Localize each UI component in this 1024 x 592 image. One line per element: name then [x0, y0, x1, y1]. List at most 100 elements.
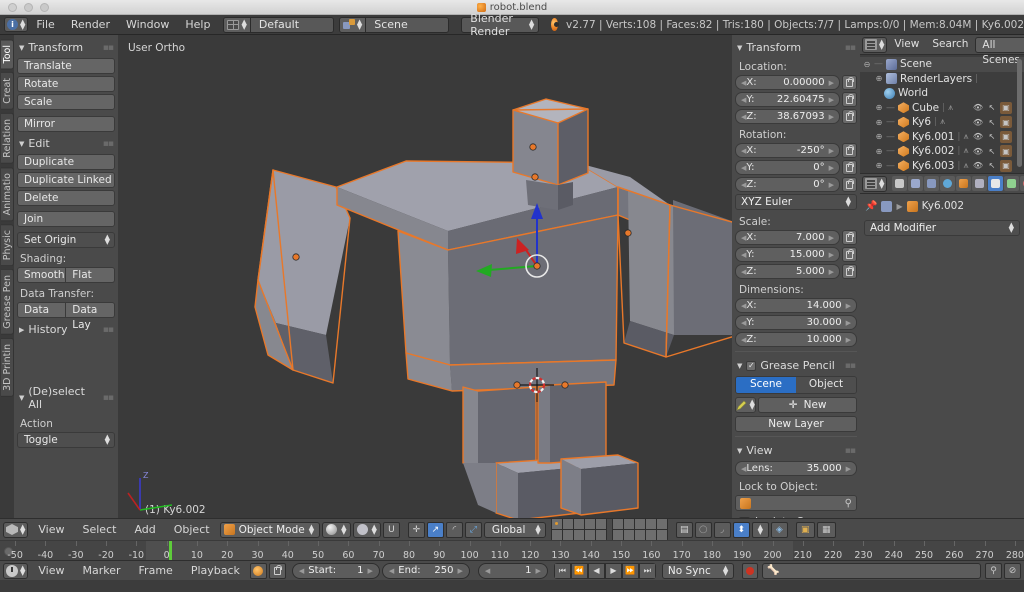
- editor-type-selector[interactable]: i ▲ ▼: [4, 17, 29, 32]
- location-y-field[interactable]: ◀ Y: 22.60475 ▶: [735, 92, 840, 107]
- rotation-z-field[interactable]: ◀ Z: 0° ▶: [735, 177, 840, 192]
- tab-render-layers[interactable]: [908, 176, 924, 191]
- expand-icon[interactable]: ⊕: [875, 161, 883, 170]
- menu-help[interactable]: Help: [177, 15, 218, 35]
- outliner-row-world[interactable]: World: [860, 86, 1024, 101]
- pin-icon[interactable]: 📌: [865, 201, 877, 212]
- layer-cell[interactable]: [562, 519, 573, 529]
- np-transform-header[interactable]: ▼ Transform ▪▪: [735, 38, 857, 58]
- mesh-select-button[interactable]: ⬍: [732, 521, 750, 538]
- eyedropper-icon[interactable]: ⚲: [845, 498, 852, 509]
- add-modifier-dropdown[interactable]: Add Modifier ▲ ▼: [864, 220, 1020, 236]
- tab-modifiers[interactable]: [988, 176, 1004, 191]
- outliner-row-ky6-003[interactable]: ⊕ — Ky6.003 | ⩚ 👁 ↖ ▣: [860, 159, 1024, 174]
- layer-cell[interactable]: [551, 519, 562, 529]
- viewport-menu-select[interactable]: Select: [75, 522, 125, 538]
- deselect-panel-header[interactable]: ▼ (De)select All ▪▪: [17, 382, 115, 415]
- layer-cell[interactable]: [656, 519, 667, 529]
- viewport-editor-type-button[interactable]: ▲ ▼: [3, 521, 29, 538]
- maximize-window-button[interactable]: [40, 2, 49, 12]
- selectability-cursor-icon[interactable]: ↖: [986, 102, 998, 114]
- screen-layout-icon-button[interactable]: ▲ ▼: [224, 17, 251, 32]
- record-button[interactable]: [742, 562, 759, 579]
- screen-layout-selector[interactable]: ▲▼ Default + ✕: [223, 16, 334, 33]
- keying-set-lock-button[interactable]: [268, 562, 286, 579]
- rotate-button[interactable]: Rotate: [17, 76, 115, 92]
- timeline-menu-marker[interactable]: Marker: [75, 563, 129, 579]
- duplicate-linked-button[interactable]: Duplicate Linked: [17, 172, 115, 188]
- rotation-y-field[interactable]: ◀ Y: 0° ▶: [735, 160, 840, 175]
- translate-manipulator-button[interactable]: ✛: [407, 521, 425, 538]
- renderability-camera-icon[interactable]: ▣: [1000, 116, 1012, 129]
- tab-scene[interactable]: [924, 176, 940, 191]
- snap-target-dropdown[interactable]: ▲ ▼: [751, 521, 769, 538]
- auto-keyframe-button[interactable]: [249, 562, 267, 579]
- outliner-row-ky6-001[interactable]: ⊕ — Ky6.001 | ⩚ 👁 ↖ ▣: [860, 130, 1024, 145]
- tab-object-data[interactable]: [1004, 176, 1020, 191]
- layer-cell[interactable]: [595, 519, 606, 529]
- rotation-x-field[interactable]: ◀ X: -250° ▶: [735, 143, 840, 158]
- dimensions-z-field[interactable]: ◀ Z: 10.000 ▶: [735, 332, 857, 347]
- renderability-camera-icon[interactable]: ▣: [1000, 101, 1012, 114]
- layer-cell[interactable]: [573, 519, 584, 529]
- transform-orientation-dropdown[interactable]: Global ▲ ▼: [483, 521, 546, 538]
- lock-location-x-button[interactable]: [842, 75, 857, 90]
- tab-relations[interactable]: Relation: [1, 113, 14, 164]
- timeline-menu-playback[interactable]: Playback: [183, 563, 248, 579]
- history-panel-header[interactable]: ▶ History ▪▪: [17, 320, 115, 340]
- timeline-menu-frame[interactable]: Frame: [131, 563, 181, 579]
- action-toggle-dropdown[interactable]: Toggle ▲ ▼: [17, 432, 115, 448]
- viewport-menu-object[interactable]: Object: [166, 522, 218, 538]
- proportional-falloff-button[interactable]: ◞: [713, 521, 731, 538]
- outliner-row-ky6-002[interactable]: ⊕ — Ky6.002 | ⩚ 👁 ↖ ▣: [860, 144, 1024, 159]
- scene-selector[interactable]: ▲▼ Scene + ✕: [338, 16, 450, 33]
- close-window-button[interactable]: [8, 2, 17, 12]
- action-new-button[interactable]: ⚲: [985, 562, 1002, 579]
- 3d-viewport[interactable]: User Ortho (1) Ky6.002 Z: [118, 35, 732, 518]
- lock-rotation-z-button[interactable]: [842, 177, 857, 192]
- layer-cell[interactable]: [623, 530, 634, 540]
- lock-to-object-field[interactable]: ⚲: [735, 495, 857, 511]
- layer-cell[interactable]: [634, 530, 645, 540]
- end-frame-field[interactable]: ◀ End: 250 ▶: [381, 562, 470, 579]
- interaction-mode-dropdown[interactable]: Object Mode ▲ ▼: [219, 521, 321, 538]
- sync-mode-dropdown[interactable]: No Sync ▲ ▼: [661, 562, 735, 579]
- lens-field[interactable]: ◀ Lens: 35.000 ▶: [735, 461, 857, 476]
- tab-physics[interactable]: Physic: [1, 224, 14, 267]
- view-panel-header[interactable]: ▼ View ▪▪: [735, 441, 857, 461]
- render-engine-selector[interactable]: Blender Render ▲ ▼: [461, 12, 540, 38]
- window-controls[interactable]: [8, 2, 49, 12]
- visibility-eye-icon[interactable]: 👁: [972, 145, 984, 157]
- scene-name[interactable]: Scene: [366, 17, 449, 32]
- visibility-eye-icon[interactable]: 👁: [972, 102, 984, 114]
- menu-file[interactable]: File: [28, 15, 62, 35]
- set-origin-dropdown[interactable]: Set Origin ▲ ▼: [17, 232, 115, 248]
- scene-layers-grid-1[interactable]: [550, 518, 607, 541]
- flat-shading-button[interactable]: Flat: [66, 267, 115, 283]
- screen-layout-name[interactable]: Default: [250, 17, 333, 32]
- delete-button[interactable]: Delete: [17, 190, 115, 206]
- smooth-shading-button[interactable]: Smooth: [17, 267, 67, 283]
- jump-to-start-button[interactable]: ⏮: [553, 562, 571, 579]
- lock-rotation-y-button[interactable]: [842, 160, 857, 175]
- visibility-eye-icon[interactable]: 👁: [972, 116, 984, 128]
- layer-cell[interactable]: [612, 530, 623, 540]
- viewport-menu-add[interactable]: Add: [126, 522, 163, 538]
- location-x-field[interactable]: ◀ X: 0.00000 ▶: [735, 75, 840, 90]
- layer-cell[interactable]: [584, 530, 595, 540]
- lock-object-modes-button[interactable]: ▤: [675, 521, 693, 538]
- translate-button[interactable]: Translate: [17, 58, 115, 74]
- play-button[interactable]: ▶: [604, 562, 622, 579]
- menu-render[interactable]: Render: [63, 15, 118, 35]
- selectability-cursor-icon[interactable]: ↖: [986, 160, 998, 172]
- outliner-row-ky6[interactable]: ⊕ — Ky6 | ⩚ 👁 ↖ ▣: [860, 115, 1024, 130]
- renderability-camera-icon[interactable]: ▣: [1000, 130, 1012, 143]
- scale-button[interactable]: Scale: [17, 94, 115, 110]
- selectability-cursor-icon[interactable]: ↖: [986, 116, 998, 128]
- mirror-button[interactable]: Mirror: [17, 116, 115, 132]
- expand-icon[interactable]: ⊕: [875, 103, 883, 112]
- visibility-eye-icon[interactable]: 👁: [972, 131, 984, 143]
- renderability-camera-icon[interactable]: ▣: [1000, 159, 1012, 172]
- play-reverse-button[interactable]: ◀: [587, 562, 605, 579]
- scene-layers-grid-2[interactable]: [611, 518, 668, 541]
